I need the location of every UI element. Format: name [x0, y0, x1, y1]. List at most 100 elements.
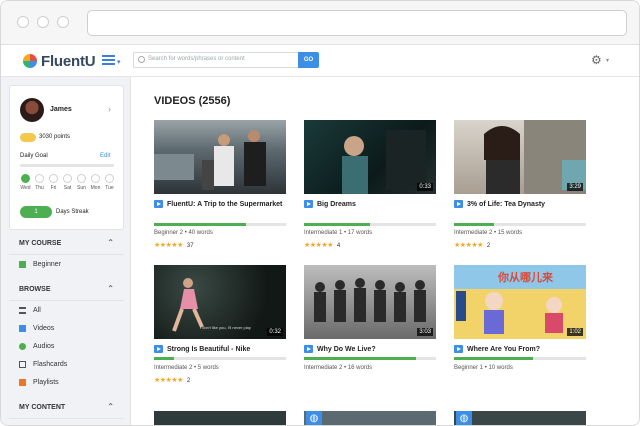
- browser-window: FluentU ▾ Search for words/phrases or co…: [0, 0, 640, 426]
- video-progress: [304, 223, 436, 226]
- points-value: 3030 points: [39, 134, 71, 140]
- day-item: Fri: [48, 174, 59, 191]
- video-title[interactable]: Big Dreams: [304, 199, 436, 210]
- user-name[interactable]: James: [50, 106, 72, 113]
- video-meta: Intermediate 2 • 15 words: [454, 230, 523, 236]
- daily-goal-bar: [20, 164, 114, 167]
- day-circle-icon: [91, 174, 100, 183]
- video-progress: [154, 223, 286, 226]
- chevron-up-icon[interactable]: ⌃: [107, 402, 114, 411]
- sidebar-item-playlists[interactable]: Playlists: [19, 379, 59, 386]
- video-thumbnail[interactable]: 3:03: [304, 265, 436, 339]
- video-icon: [19, 325, 26, 332]
- video-type-icon: [154, 345, 163, 353]
- video-card[interactable]: 3:03 Why Do We Live? Intermediate 2 • 16…: [304, 265, 436, 400]
- thumbnail-image: I don't like you, I'll never play: [172, 278, 251, 332]
- daily-goal-label: Daily Goal: [20, 153, 48, 159]
- chevron-up-icon[interactable]: ⌃: [107, 284, 114, 293]
- playlists-icon: [19, 379, 26, 386]
- video-meta: Intermediate 2 • 5 words: [154, 365, 219, 371]
- video-card-partial[interactable]: [154, 411, 286, 425]
- thumbnail-image: 你从哪儿来: [454, 265, 586, 334]
- grid-icon: [19, 261, 26, 268]
- video-thumbnail[interactable]: 你从哪儿来 1:02: [454, 265, 586, 339]
- sidebar-item-flashcards[interactable]: Flashcards: [19, 361, 67, 368]
- edit-goal-link[interactable]: Edit: [100, 153, 110, 159]
- video-meta: Intermediate 2 • 16 words: [304, 365, 373, 371]
- video-card[interactable]: FluentU: A Trip to the Supermarket Begin…: [154, 120, 286, 255]
- window-minimize-button[interactable]: [37, 16, 49, 28]
- page-title: VIDEOS (2556): [154, 95, 231, 107]
- avatar[interactable]: [20, 98, 44, 122]
- brand-name: FluentU: [41, 52, 96, 70]
- day-circle-icon: [105, 174, 114, 183]
- video-thumbnail[interactable]: [154, 120, 286, 194]
- main-content: VIDEOS (2556) FluentU: A Trip to the Sup…: [131, 77, 639, 425]
- globe-icon: ◍: [306, 411, 322, 425]
- video-card[interactable]: 3:29 3% of Life: Tea Dynasty Intermediat…: [454, 120, 586, 255]
- sidebar-item-beginner[interactable]: Beginner: [19, 261, 61, 268]
- video-rating: ★★★★★ 2: [454, 242, 491, 249]
- sidebar: James › 3030 points Daily Goal Edit Wed …: [1, 77, 131, 425]
- fluentu-logo[interactable]: FluentU: [23, 51, 96, 71]
- video-card-partial[interactable]: ◍: [454, 411, 586, 425]
- address-bar[interactable]: [87, 10, 627, 36]
- day-circle-icon: [63, 174, 72, 183]
- video-thumbnail[interactable]: 0:33: [304, 120, 436, 194]
- day-circle-icon: [35, 174, 44, 183]
- video-meta: Intermediate 1 • 17 words: [304, 230, 373, 236]
- day-item: Thu: [34, 174, 45, 191]
- settings-caret-icon[interactable]: ▾: [606, 57, 609, 64]
- video-card-partial[interactable]: ◍: [304, 411, 436, 425]
- chevron-right-icon[interactable]: ›: [108, 104, 111, 114]
- video-duration: 0:32: [267, 328, 283, 336]
- streak-label: Days Streak: [56, 209, 89, 215]
- app-header: FluentU ▾: [1, 45, 639, 77]
- sidebar-item-all[interactable]: All: [19, 307, 41, 314]
- video-duration: 3:29: [567, 183, 583, 191]
- flashcards-icon: [19, 361, 26, 368]
- video-card[interactable]: 0:33 Big Dreams Intermediate 1 • 17 word…: [304, 120, 436, 255]
- search-placeholder: Search for words/phrases or content: [148, 56, 245, 62]
- video-rating: ★★★★★ 4: [304, 242, 341, 249]
- browser-chrome: [1, 1, 639, 45]
- video-card[interactable]: I don't like you, I'll never play 0:32 S…: [154, 265, 286, 400]
- video-thumbnail[interactable]: I don't like you, I'll never play 0:32: [154, 265, 286, 339]
- audio-icon: [19, 343, 26, 350]
- video-duration: 3:03: [417, 328, 433, 336]
- video-title[interactable]: Why Do We Live?: [304, 344, 436, 355]
- video-title[interactable]: Strong Is Beautiful - Nike: [154, 344, 286, 355]
- profile-card: James › 3030 points Daily Goal Edit Wed …: [9, 85, 124, 230]
- sidebar-item-audios[interactable]: Audios: [19, 343, 54, 350]
- sidebar-item-videos[interactable]: Videos: [19, 325, 54, 332]
- gear-icon[interactable]: ⚙: [591, 53, 602, 67]
- video-duration: 0:33: [417, 183, 433, 191]
- my-content-header[interactable]: MY CONTENT ⌃: [9, 397, 124, 419]
- video-thumbnail[interactable]: 3:29: [454, 120, 586, 194]
- my-course-header[interactable]: MY COURSE ⌃: [9, 233, 124, 255]
- search-go-button[interactable]: GO: [298, 52, 319, 68]
- video-type-icon: [454, 200, 463, 208]
- video-progress: [304, 357, 436, 360]
- video-card[interactable]: 你从哪儿来 1:02 Where Are You From? Beginner …: [454, 265, 586, 400]
- video-duration: 1:02: [567, 328, 583, 336]
- window-maximize-button[interactable]: [57, 16, 69, 28]
- video-type-icon: [454, 345, 463, 353]
- menu-icon[interactable]: ▾: [102, 55, 124, 67]
- video-type-icon: [154, 200, 163, 208]
- thumbnail-image: [314, 278, 426, 322]
- video-title[interactable]: FluentU: A Trip to the Supermarket: [154, 199, 286, 210]
- chevron-up-icon[interactable]: ⌃: [107, 238, 114, 247]
- day-item: Sat: [62, 174, 73, 191]
- browse-header[interactable]: BROWSE ⌃: [9, 279, 124, 301]
- day-item: Mon: [90, 174, 101, 191]
- logo-icon: [23, 54, 37, 68]
- window-close-button[interactable]: [17, 16, 29, 28]
- video-type-icon: [304, 345, 313, 353]
- thumbnail-image: [154, 130, 266, 190]
- video-type-icon: [304, 200, 313, 208]
- search-input[interactable]: Search for words/phrases or content: [133, 52, 299, 68]
- svg-text:你从哪儿来: 你从哪儿来: [497, 270, 554, 284]
- video-title[interactable]: Where Are You From?: [454, 344, 586, 355]
- video-title[interactable]: 3% of Life: Tea Dynasty: [454, 199, 586, 210]
